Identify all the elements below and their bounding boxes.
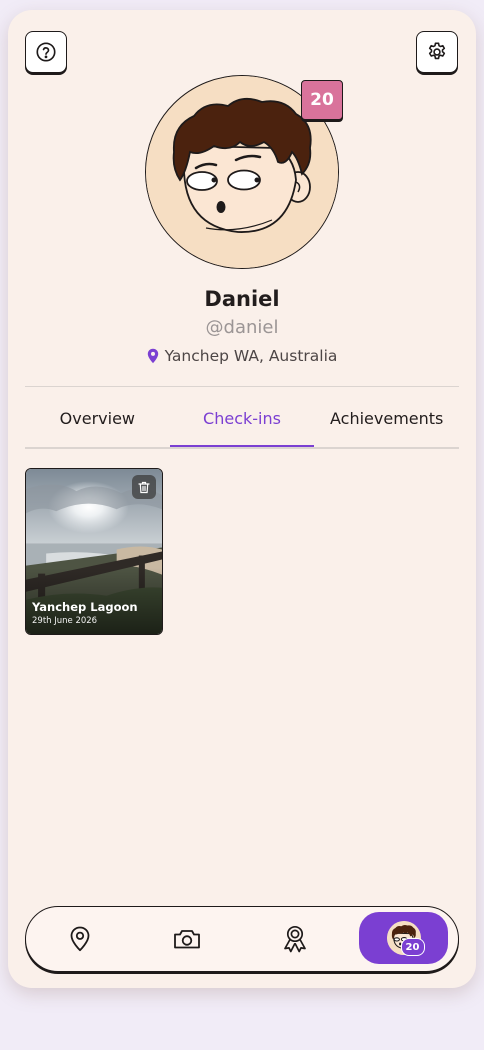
help-button[interactable] xyxy=(25,31,67,73)
divider xyxy=(25,386,459,387)
delete-checkin-button[interactable] xyxy=(132,475,156,499)
nav-map-button[interactable] xyxy=(40,907,120,970)
profile-location: Yanchep WA, Australia xyxy=(8,347,476,365)
bottom-nav: 20 xyxy=(25,906,459,972)
nav-achievements-button[interactable] xyxy=(255,907,335,970)
divider xyxy=(25,447,459,449)
checkin-card[interactable]: Yanchep Lagoon 29th June 2026 xyxy=(25,468,163,635)
profile-avatar-container: 20 xyxy=(145,75,343,269)
question-circle-icon xyxy=(36,42,56,62)
tab-achievements[interactable]: Achievements xyxy=(314,388,459,448)
profile-name: Daniel xyxy=(204,287,280,311)
map-pin-icon xyxy=(70,926,90,951)
camera-icon xyxy=(174,929,200,948)
trash-icon xyxy=(138,481,150,493)
award-ribbon-icon xyxy=(284,925,306,952)
profile-tabs: Overview Check-ins Achievements xyxy=(25,388,459,448)
level-badge: 20 xyxy=(301,80,343,120)
nav-avatar-container: 20 xyxy=(386,921,425,956)
map-pin-icon xyxy=(147,348,158,364)
nav-profile-button[interactable]: 20 xyxy=(359,912,448,964)
profile-handle: @daniel xyxy=(205,317,279,338)
nav-level-badge: 20 xyxy=(400,938,425,956)
checkin-title: Yanchep Lagoon xyxy=(32,600,138,614)
location-text: Yanchep WA, Australia xyxy=(164,347,338,365)
nav-camera-button[interactable] xyxy=(147,907,227,970)
checkin-date: 29th June 2026 xyxy=(32,616,98,626)
settings-button[interactable] xyxy=(416,31,458,73)
tab-check-ins[interactable]: Check-ins xyxy=(169,388,315,448)
gear-icon xyxy=(428,42,446,60)
app-screen: 20 Daniel @daniel Yanchep WA, Australia … xyxy=(8,10,476,988)
tab-overview[interactable]: Overview xyxy=(25,388,170,448)
